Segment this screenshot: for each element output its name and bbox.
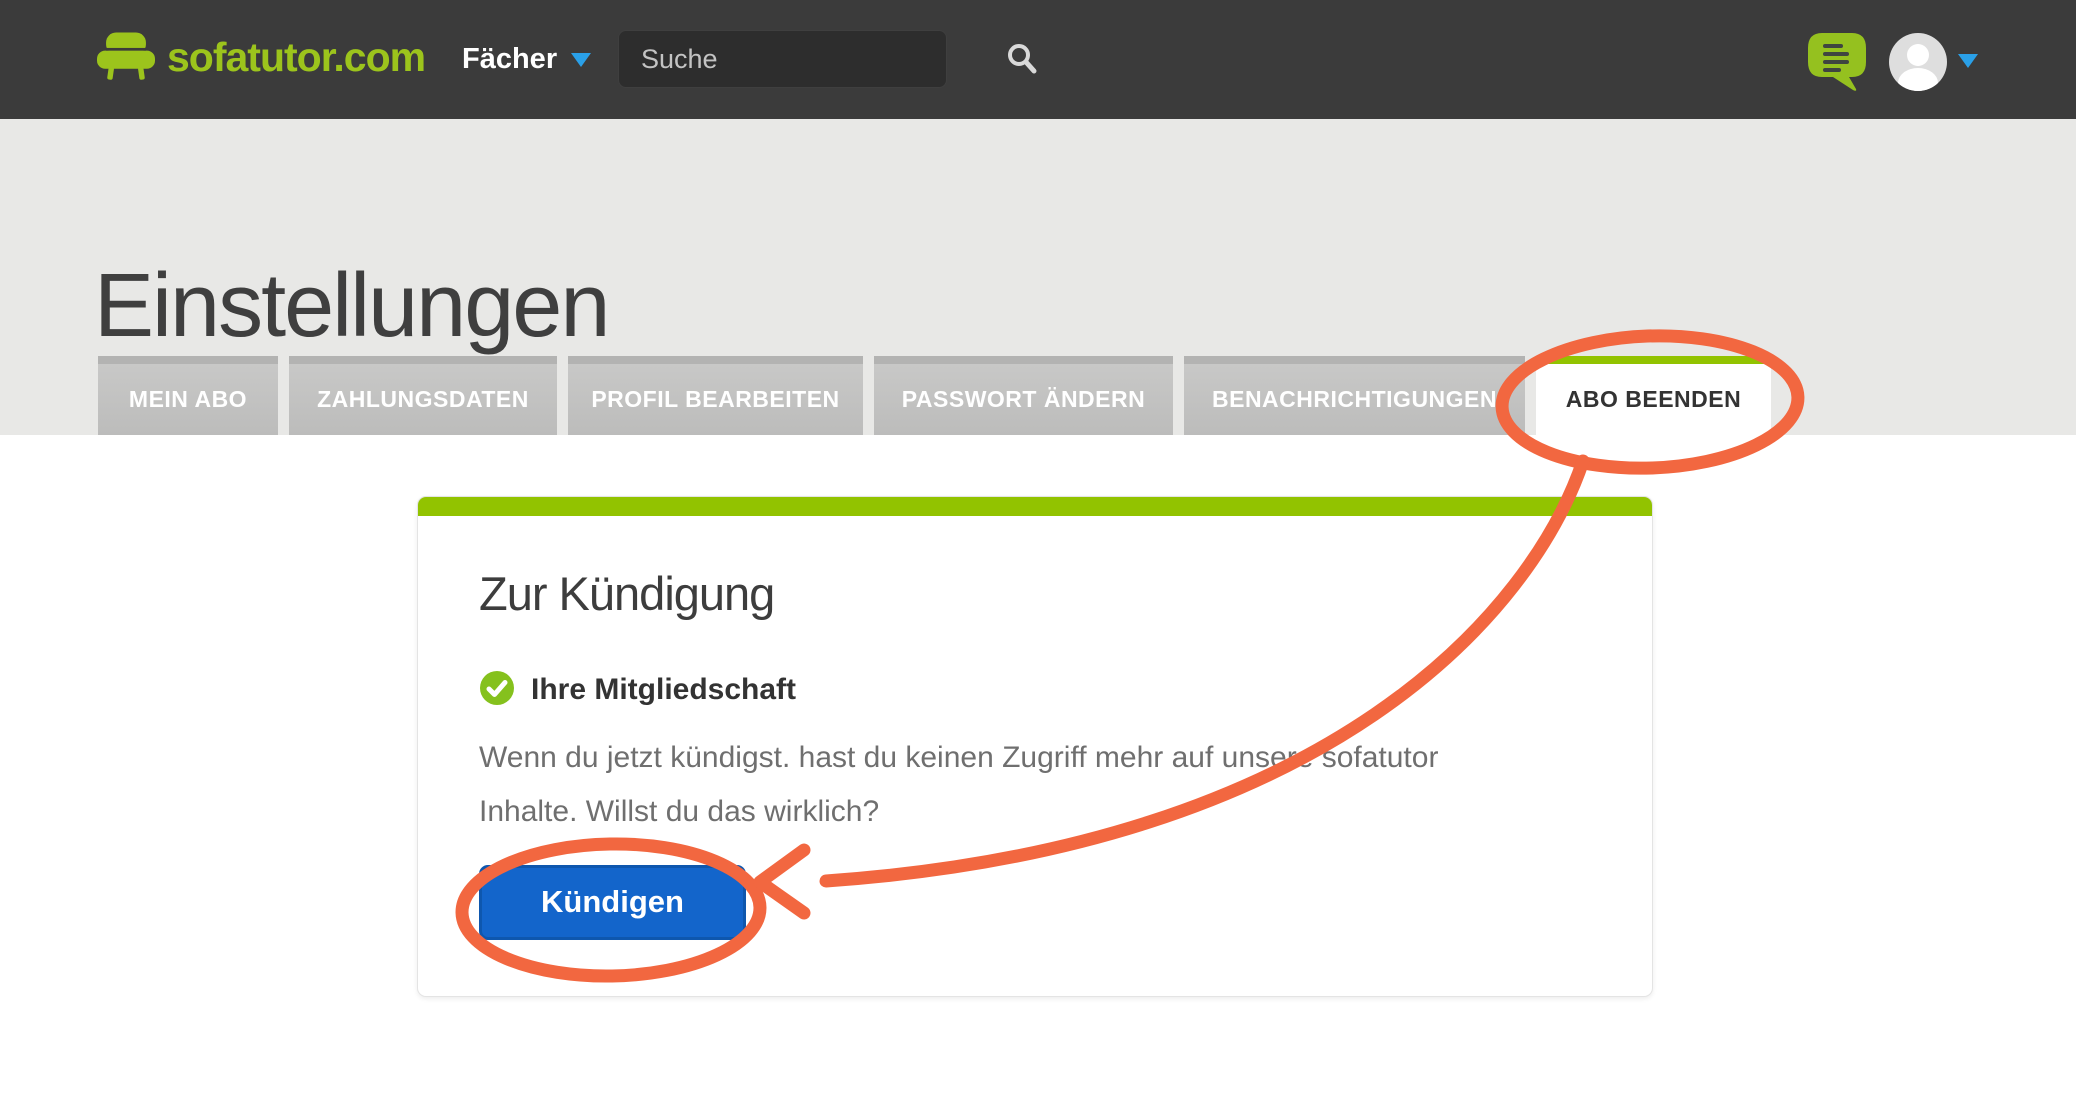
kuendigen-button[interactable]: Kündigen [479, 865, 746, 940]
sofa-couch-icon [97, 28, 155, 86]
check-circle-icon [479, 670, 515, 711]
tab-mein-abo[interactable]: MEIN ABO [98, 356, 278, 435]
cancellation-warning-text: Wenn du jetzt kündigst. hast du keinen Z… [479, 731, 1590, 839]
tab-profil-bearbeiten[interactable]: PROFIL BEARBEITEN [568, 356, 863, 435]
subjects-menu-label: Fächer [462, 43, 557, 76]
tab-zahlungsdaten[interactable]: ZAHLUNGSDATEN [289, 356, 557, 435]
warning-line-2: Inhalte. Willst du das wirklich? [479, 785, 1590, 839]
avatar-head-shape [1907, 44, 1929, 66]
logo-wordmark: sofatutor.com [167, 34, 425, 81]
chevron-down-icon [571, 53, 591, 67]
tab-abo-beenden[interactable]: ABO BEENDEN [1536, 356, 1771, 435]
card-title: Zur Kündigung [479, 568, 1590, 620]
tab-passwort-aendern[interactable]: PASSWORT ÄNDERN [874, 356, 1173, 435]
settings-tab-bar: MEIN ABO ZAHLUNGSDATEN PROFIL BEARBEITEN… [98, 356, 1782, 435]
search-input[interactable] [619, 44, 1005, 75]
membership-status-row: Ihre Mitgliedschaft [479, 670, 1590, 711]
search-icon[interactable] [1005, 42, 1039, 76]
subjects-menu[interactable]: Fächer [462, 0, 591, 119]
warning-line-1: Wenn du jetzt kündigst. hast du keinen Z… [479, 731, 1590, 785]
card-accent-bar [418, 497, 1652, 516]
page-title: Einstellungen [94, 261, 608, 351]
user-avatar[interactable] [1889, 33, 1947, 91]
settings-page: sofatutor.com Fächer [0, 0, 2076, 1100]
avatar-torso-shape [1898, 68, 1938, 91]
membership-heading: Ihre Mitgliedschaft [531, 673, 796, 707]
sofatutor-logo[interactable]: sofatutor.com [97, 28, 425, 86]
settings-hero-section: Einstellungen MEIN ABO ZAHLUNGSDATEN PRO… [0, 119, 2076, 435]
search-bar [618, 30, 947, 88]
tab-benachrichtigungen[interactable]: BENACHRICHTIGUNGEN [1184, 356, 1525, 435]
top-navbar: sofatutor.com Fächer [0, 0, 2076, 119]
cancellation-card: Zur Kündigung Ihre Mitgliedschaft Wenn d… [417, 496, 1653, 997]
account-dropdown-icon[interactable] [1958, 54, 1978, 68]
chat-bubble-icon[interactable] [1806, 30, 1872, 94]
